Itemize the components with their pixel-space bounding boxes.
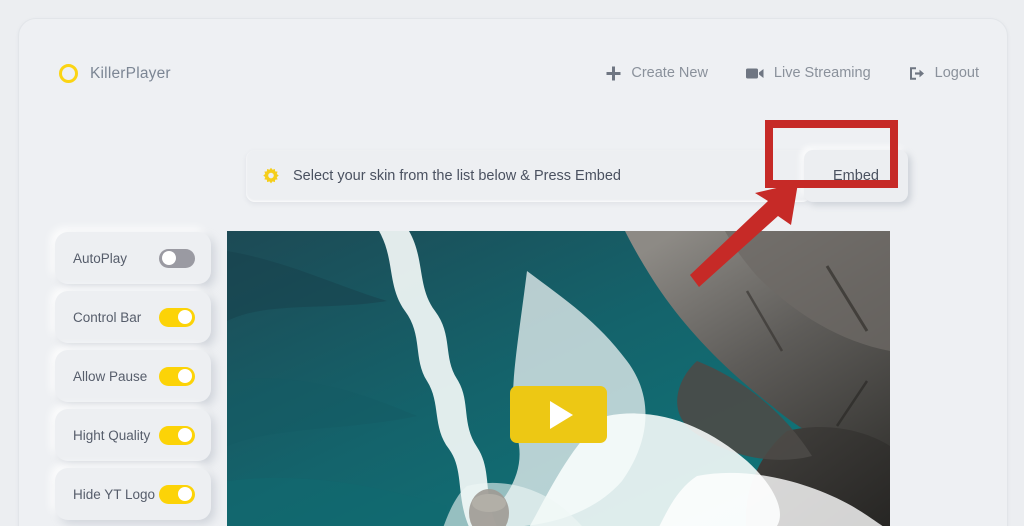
play-button[interactable]	[510, 386, 607, 443]
nav-item-logout[interactable]: Logout	[909, 65, 979, 81]
nav-item-create-new[interactable]: Create New	[606, 65, 708, 81]
toggle-label: Hide YT Logo	[73, 486, 156, 502]
toggle-label: Control Bar	[73, 309, 142, 325]
notice-text: Select your skin from the list below & P…	[293, 168, 621, 184]
notice-bar: Select your skin from the list below & P…	[246, 150, 811, 202]
app-header: KillerPlayer Create New Live Streaming L…	[19, 19, 1007, 99]
header-nav: Create New Live Streaming Logout	[606, 65, 979, 81]
toggle-label: AutoPlay	[73, 250, 128, 266]
toggle-switch-hide-yt-logo[interactable]	[159, 484, 195, 504]
app-root: KillerPlayer Create New Live Streaming L…	[0, 0, 1024, 526]
nav-item-label: Create New	[631, 65, 708, 81]
play-triangle-icon	[549, 400, 573, 429]
toggle-switch-autoplay[interactable]	[159, 248, 195, 268]
toggle-label: Allow Pause	[73, 368, 148, 384]
toggle-row-autoplay[interactable]: AutoPlay	[55, 232, 211, 284]
toggle-knob	[162, 251, 176, 265]
gear-icon	[262, 167, 280, 185]
skin-options-sidebar: AutoPlay Control Bar Allow Pause Hight Q…	[55, 232, 211, 526]
video-player[interactable]	[227, 231, 890, 526]
toggle-row-allow-pause[interactable]: Allow Pause	[55, 350, 211, 402]
toggle-knob	[178, 310, 192, 324]
toggle-switch-hight-quality[interactable]	[159, 425, 195, 445]
video-camera-icon	[745, 67, 764, 80]
toggle-switch-control-bar[interactable]	[159, 307, 195, 327]
plus-icon	[606, 66, 621, 81]
brand-name: KillerPlayer	[90, 64, 171, 82]
toggle-row-control-bar[interactable]: Control Bar	[55, 291, 211, 343]
toggle-switch-allow-pause[interactable]	[159, 366, 195, 386]
toggle-knob	[178, 369, 192, 383]
logout-icon	[909, 66, 925, 81]
circle-outline-icon	[59, 64, 78, 83]
toggle-row-hide-yt-logo[interactable]: Hide YT Logo	[55, 468, 211, 520]
brand[interactable]: KillerPlayer	[59, 64, 171, 83]
toggle-knob	[178, 428, 192, 442]
toggle-knob	[178, 487, 192, 501]
toggle-row-hight-quality[interactable]: Hight Quality	[55, 409, 211, 461]
nav-item-label: Live Streaming	[773, 65, 871, 81]
nav-item-label: Logout	[934, 65, 979, 81]
embed-button[interactable]: Embed	[804, 150, 908, 202]
nav-item-live-streaming[interactable]: Live Streaming	[745, 65, 871, 81]
toggle-label: Hight Quality	[73, 427, 151, 443]
video-thumbnail	[227, 231, 890, 526]
